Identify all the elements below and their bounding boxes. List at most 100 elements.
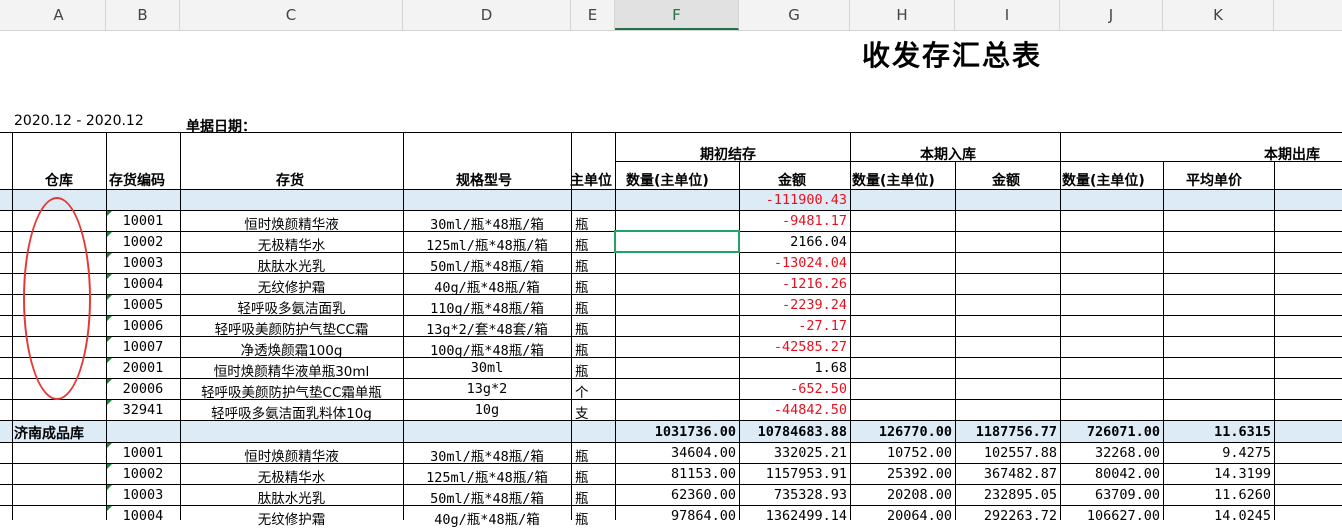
- header-period-in[interactable]: 本期入库: [920, 144, 976, 164]
- unit-cell[interactable]: 瓶: [575, 360, 611, 380]
- item-name-cell[interactable]: 恒时焕颜精华液: [181, 213, 402, 233]
- unit-cell[interactable]: 瓶: [575, 508, 611, 528]
- header-opening-amount[interactable]: 金额: [778, 170, 806, 190]
- out-avg-price-cell[interactable]: 14.3199: [1165, 466, 1271, 482]
- item-code-cell[interactable]: 10002: [107, 234, 179, 250]
- spec-cell[interactable]: 30ml/瓶*48瓶/箱: [404, 445, 570, 465]
- item-name-cell[interactable]: 无极精华水: [181, 466, 402, 486]
- column-header-f[interactable]: F: [615, 0, 739, 30]
- spec-cell[interactable]: 40g/瓶*48瓶/箱: [404, 508, 570, 528]
- item-name-cell[interactable]: 肽肽水光乳: [181, 487, 402, 507]
- opening-amount-cell[interactable]: -42585.27: [741, 339, 847, 355]
- item-name-cell[interactable]: 轻呼吸美颜防护气垫CC霜单瓶: [181, 381, 402, 401]
- unit-cell[interactable]: 支: [575, 402, 611, 422]
- spec-cell[interactable]: 125ml/瓶*48瓶/箱: [404, 234, 570, 254]
- item-name-cell[interactable]: 无纹修护霜: [181, 276, 402, 296]
- item-name-cell[interactable]: 轻呼吸多氨洁面乳: [181, 297, 402, 317]
- item-code-cell[interactable]: 10001: [107, 445, 179, 461]
- item-name-cell[interactable]: 轻呼吸多氨洁面乳料体10g: [181, 402, 402, 422]
- unit-cell[interactable]: 瓶: [575, 213, 611, 233]
- in-amount-cell[interactable]: 102557.88: [957, 445, 1057, 461]
- opening-amount-cell[interactable]: -27.17: [741, 318, 847, 334]
- item-code-cell[interactable]: 20001: [107, 360, 179, 376]
- out-qty-cell[interactable]: 63709.00: [1062, 487, 1160, 503]
- header-opening-qty[interactable]: 数量(主单位): [626, 170, 709, 190]
- item-code-cell[interactable]: 10003: [107, 255, 179, 271]
- column-header-e[interactable]: E: [571, 0, 615, 30]
- spec-cell[interactable]: 40g/瓶*48瓶/箱: [404, 276, 570, 296]
- unit-cell[interactable]: 瓶: [575, 318, 611, 338]
- opening-amount-cell[interactable]: -13024.04: [741, 255, 847, 271]
- group2-out-qty[interactable]: 726071.00: [1062, 424, 1160, 440]
- selected-cell[interactable]: [614, 230, 740, 253]
- opening-qty-cell[interactable]: 97864.00: [617, 508, 736, 524]
- unit-cell[interactable]: 瓶: [575, 445, 611, 465]
- out-avg-price-cell[interactable]: 9.4275: [1165, 445, 1271, 461]
- header-out-avg-price[interactable]: 平均单价: [1186, 170, 1242, 190]
- header-warehouse[interactable]: 仓库: [45, 170, 73, 190]
- opening-amount-cell[interactable]: -2239.24: [741, 297, 847, 313]
- column-header-b[interactable]: B: [106, 0, 180, 30]
- column-header-j[interactable]: J: [1060, 0, 1163, 30]
- header-unit[interactable]: 主单位: [570, 170, 612, 190]
- opening-amount-cell[interactable]: -9481.17: [741, 213, 847, 229]
- opening-qty-cell[interactable]: 62360.00: [617, 487, 736, 503]
- opening-amount-cell[interactable]: 1362499.14: [741, 508, 847, 524]
- item-code-cell[interactable]: 10005: [107, 297, 179, 313]
- opening-amount-cell[interactable]: 1.68: [741, 360, 847, 376]
- unit-cell[interactable]: 瓶: [575, 234, 611, 254]
- out-qty-cell[interactable]: 32268.00: [1062, 445, 1160, 461]
- in-amount-cell[interactable]: 232895.05: [957, 487, 1057, 503]
- column-header-g[interactable]: G: [739, 0, 850, 30]
- item-name-cell[interactable]: 无极精华水: [181, 234, 402, 254]
- opening-qty-cell[interactable]: 81153.00: [617, 466, 736, 482]
- unit-cell[interactable]: 瓶: [575, 487, 611, 507]
- out-qty-cell[interactable]: 106627.00: [1062, 508, 1160, 524]
- item-code-cell[interactable]: 32941: [107, 402, 179, 418]
- in-qty-cell[interactable]: 20064.00: [852, 508, 952, 524]
- item-name-cell[interactable]: 恒时焕颜精华液: [181, 445, 402, 465]
- column-header-k[interactable]: K: [1163, 0, 1274, 30]
- item-name-cell[interactable]: 肽肽水光乳: [181, 255, 402, 275]
- group2-out-avg-price[interactable]: 11.6315: [1165, 424, 1271, 440]
- spec-cell[interactable]: 110g/瓶*48瓶/箱: [404, 297, 570, 317]
- header-in-amount[interactable]: 金额: [992, 170, 1020, 190]
- unit-cell[interactable]: 瓶: [575, 297, 611, 317]
- in-qty-cell[interactable]: 25392.00: [852, 466, 952, 482]
- column-header-a[interactable]: A: [12, 0, 106, 30]
- spec-cell[interactable]: 50ml/瓶*48瓶/箱: [404, 255, 570, 275]
- item-code-cell[interactable]: 10006: [107, 318, 179, 334]
- group2-opening-qty[interactable]: 1031736.00: [617, 424, 736, 440]
- spec-cell[interactable]: 100g/瓶*48瓶/箱: [404, 339, 570, 359]
- group1-opening-amount-total[interactable]: -111900.43: [741, 192, 847, 208]
- item-code-cell[interactable]: 10001: [107, 213, 179, 229]
- header-period-out[interactable]: 本期出库: [1264, 144, 1320, 164]
- item-code-cell[interactable]: 10003: [107, 487, 179, 503]
- doc-date-label[interactable]: 单据日期：: [186, 116, 256, 136]
- spec-cell[interactable]: 10g: [404, 402, 570, 418]
- item-code-cell[interactable]: 20006: [107, 381, 179, 397]
- spec-cell[interactable]: 50ml/瓶*48瓶/箱: [404, 487, 570, 507]
- opening-amount-cell[interactable]: 2166.04: [741, 234, 847, 250]
- opening-qty-cell[interactable]: 34604.00: [617, 445, 736, 461]
- header-item[interactable]: 存货: [276, 170, 304, 190]
- in-amount-cell[interactable]: 367482.87: [957, 466, 1057, 482]
- column-header-h[interactable]: H: [850, 0, 955, 30]
- group2-warehouse[interactable]: 济南成品库: [14, 423, 84, 443]
- in-amount-cell[interactable]: 292263.72: [957, 508, 1057, 524]
- opening-amount-cell[interactable]: 1157953.91: [741, 466, 847, 482]
- opening-amount-cell[interactable]: 735328.93: [741, 487, 847, 503]
- spec-cell[interactable]: 125ml/瓶*48瓶/箱: [404, 466, 570, 486]
- group2-in-qty[interactable]: 126770.00: [852, 424, 952, 440]
- item-name-cell[interactable]: 无纹修护霜: [181, 508, 402, 528]
- item-name-cell[interactable]: 恒时焕颜精华液单瓶30ml: [181, 360, 402, 380]
- header-out-qty[interactable]: 数量(主单位): [1062, 170, 1145, 190]
- item-name-cell[interactable]: 净透焕颜霜100g: [181, 339, 402, 359]
- out-qty-cell[interactable]: 80042.00: [1062, 466, 1160, 482]
- spec-cell[interactable]: 30ml: [404, 360, 570, 376]
- column-header-i[interactable]: I: [955, 0, 1060, 30]
- opening-amount-cell[interactable]: -1216.26: [741, 276, 847, 292]
- spec-cell[interactable]: 13g*2: [404, 381, 570, 397]
- header-opening-balance[interactable]: 期初结存: [700, 144, 756, 164]
- unit-cell[interactable]: 瓶: [575, 255, 611, 275]
